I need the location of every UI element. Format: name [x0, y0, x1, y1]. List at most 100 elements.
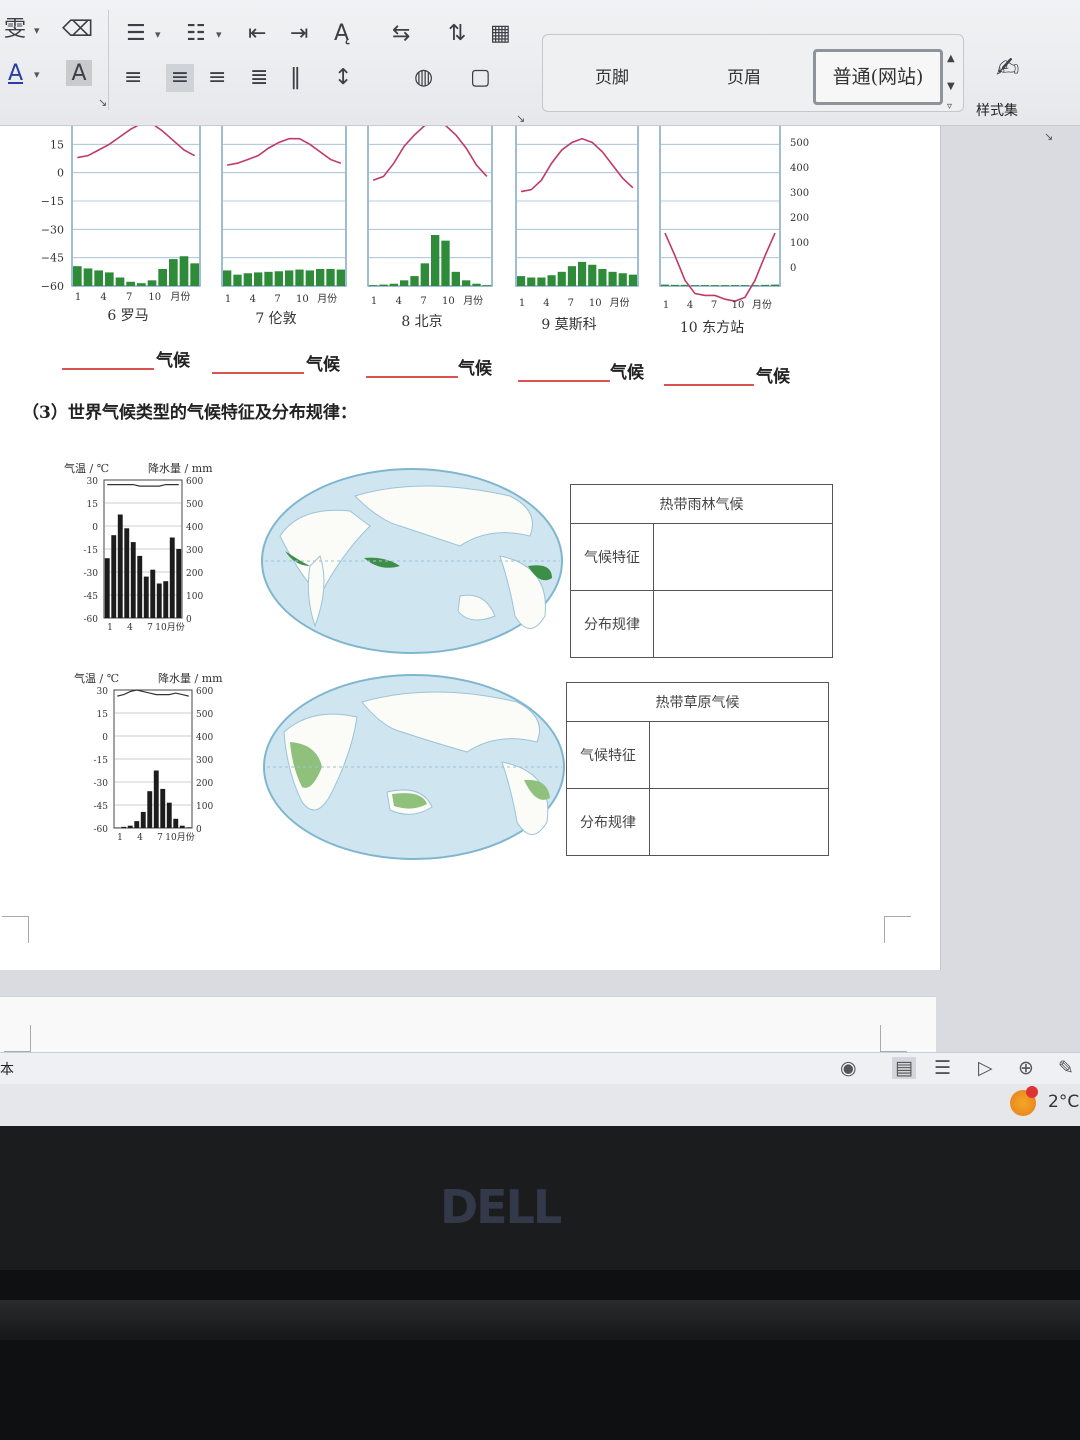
chevron-down-icon[interactable]: ▾ [34, 68, 40, 81]
eraser-icon[interactable]: ⌫ [62, 16, 93, 44]
x-tick-label: 10月份 [165, 831, 194, 843]
precip-bar [254, 272, 263, 286]
precip-bar [410, 276, 419, 286]
precip-bar [115, 277, 125, 286]
y-tick-label: 15 [87, 500, 99, 510]
precip-bar [472, 283, 481, 286]
eye-icon[interactable]: ◉ [840, 1057, 857, 1079]
y-tick-label: −60 [41, 280, 64, 293]
dialog-launcher-icon[interactable]: ↘ [98, 96, 107, 109]
distribute-icon[interactable]: ‖ [290, 64, 301, 92]
precip-bar [137, 555, 143, 618]
align-center-icon[interactable]: ≡ [166, 64, 194, 92]
temp-line [117, 689, 189, 697]
align-right-icon[interactable]: ≡ [208, 64, 226, 92]
page-margin-marker [884, 916, 911, 943]
precip-bar [369, 285, 378, 286]
line-spacing-icon[interactable]: ↕ [334, 64, 352, 92]
gallery-up-icon[interactable]: ▲ [947, 53, 955, 64]
align-left-icon[interactable]: ≡ [124, 64, 142, 92]
laptop-lower-bezel [0, 1270, 1080, 1440]
font-color-button[interactable]: A [8, 60, 23, 88]
y-tick-label: −30 [41, 223, 64, 236]
answer-blank[interactable] [518, 380, 610, 382]
chevron-down-icon[interactable]: ▾ [34, 24, 40, 37]
precip-bar [527, 277, 536, 286]
shading-icon[interactable]: ◍ [414, 64, 433, 92]
y2-tick-label: 300 [790, 188, 809, 199]
answer-blank[interactable] [62, 368, 154, 370]
answer-blank[interactable] [366, 376, 458, 378]
y2-tick-label: 100 [186, 592, 203, 602]
outline-view-icon[interactable]: ☰ [934, 1057, 951, 1079]
precip-bar [134, 821, 140, 828]
text-direction-icon[interactable]: Ą [334, 20, 349, 48]
fill-label: 气候 [756, 367, 790, 387]
weather-temp[interactable]: 2°C [1048, 1092, 1079, 1112]
brand-logo: DELL [440, 1180, 562, 1234]
justify-icon[interactable]: ≣ [250, 64, 268, 92]
sort-icon[interactable]: ⇅ [448, 20, 466, 48]
x-tick-label: 月份 [463, 295, 483, 307]
dialog-launcher-icon[interactable]: ↘ [1044, 130, 1053, 143]
y2-tick-label: 0 [790, 263, 796, 274]
dialog-launcher-icon[interactable]: ↘ [516, 112, 525, 125]
y2-tick-label: 600 [186, 477, 203, 487]
answer-cell[interactable] [653, 590, 833, 658]
answer-cell[interactable] [649, 721, 829, 789]
chart-caption: 10 东方站 [680, 320, 744, 336]
table-grid-icon[interactable]: ▦ [490, 20, 511, 48]
border-icon[interactable]: ▢ [470, 64, 491, 92]
increase-indent-icon[interactable]: ⇥ [290, 20, 308, 48]
precip-bar [420, 263, 429, 286]
next-page[interactable] [0, 996, 936, 1055]
globe-icon[interactable]: ⊕ [1018, 1057, 1034, 1079]
font-label-partial[interactable]: 雯 [4, 16, 26, 44]
play-icon[interactable]: ▷ [978, 1057, 993, 1079]
precip-bar [628, 274, 637, 286]
style-header[interactable]: 页眉 [727, 63, 761, 88]
gallery-down-icon[interactable]: ▼ [947, 81, 955, 92]
styles-set-label[interactable]: 样式集 [976, 100, 1018, 120]
ribbon-toolbar: 雯 ▾ ⌫ A ▾ A ☰ ▾ ☷ ▾ ⇤ ⇥ Ą ⇆ ⇅ ▦ ≡ ≡ ≡ ≣ … [0, 0, 1080, 143]
document-page[interactable]: 15 0 −15 −30 −45 −60 1 4 7 10 月份 6 罗马 1 4 7 10 月份 7 伦敦 1 4 7… [0, 126, 941, 970]
precip-bar [264, 271, 273, 286]
fill-label: 气候 [458, 359, 492, 379]
gallery-more-icon[interactable]: ▿ [947, 101, 952, 112]
decrease-indent-icon[interactable]: ⇤ [248, 20, 266, 48]
precip-bar [295, 269, 304, 286]
page-view-icon[interactable]: ▤ [892, 1057, 916, 1079]
x-tick-label: 月份 [170, 291, 190, 303]
temp-line [77, 126, 196, 159]
numbered-list-icon[interactable]: ☷ [186, 20, 206, 48]
answer-cell[interactable] [653, 523, 833, 591]
x-tick-label: 月份 [610, 297, 630, 309]
highlight-button[interactable]: A [66, 60, 92, 86]
bullet-list-icon[interactable]: ☰ [126, 20, 146, 48]
precip-bar [169, 537, 175, 618]
precip-bar [104, 558, 110, 618]
precip-bar [105, 272, 114, 286]
precip-bar [379, 284, 388, 286]
x-tick-label: 10 [589, 298, 602, 309]
precip-bar [243, 273, 252, 286]
climograph-rainforest: 气温 / ℃ 降水量 / mm 30 15 0 -15 -30 -45 -60 600 500 400… [64, 461, 213, 633]
page-margin-marker [2, 916, 29, 943]
table-title: 热带草原气候 [566, 682, 829, 722]
text-swap-icon[interactable]: ⇆ [392, 20, 410, 48]
answer-cell[interactable] [649, 788, 829, 856]
style-footer[interactable]: 页脚 [595, 63, 629, 88]
styles-set-icon[interactable]: ✍ [996, 54, 1019, 82]
answer-blank[interactable] [664, 384, 754, 386]
x-tick-label: 7 [420, 296, 426, 307]
chevron-down-icon[interactable]: ▾ [216, 28, 222, 41]
y2-tick-label: 100 [196, 802, 213, 812]
answer-blank[interactable] [212, 372, 304, 374]
chevron-down-icon[interactable]: ▾ [155, 28, 161, 41]
precip-bar [671, 284, 679, 286]
x-tick-label: 1 [371, 296, 377, 307]
pen-icon[interactable]: ✎ [1058, 1057, 1074, 1079]
y-tick-label: 15 [97, 710, 109, 720]
style-normal-web[interactable]: 普通(网站) [813, 49, 943, 105]
x-tick-label: 7 [274, 294, 280, 305]
